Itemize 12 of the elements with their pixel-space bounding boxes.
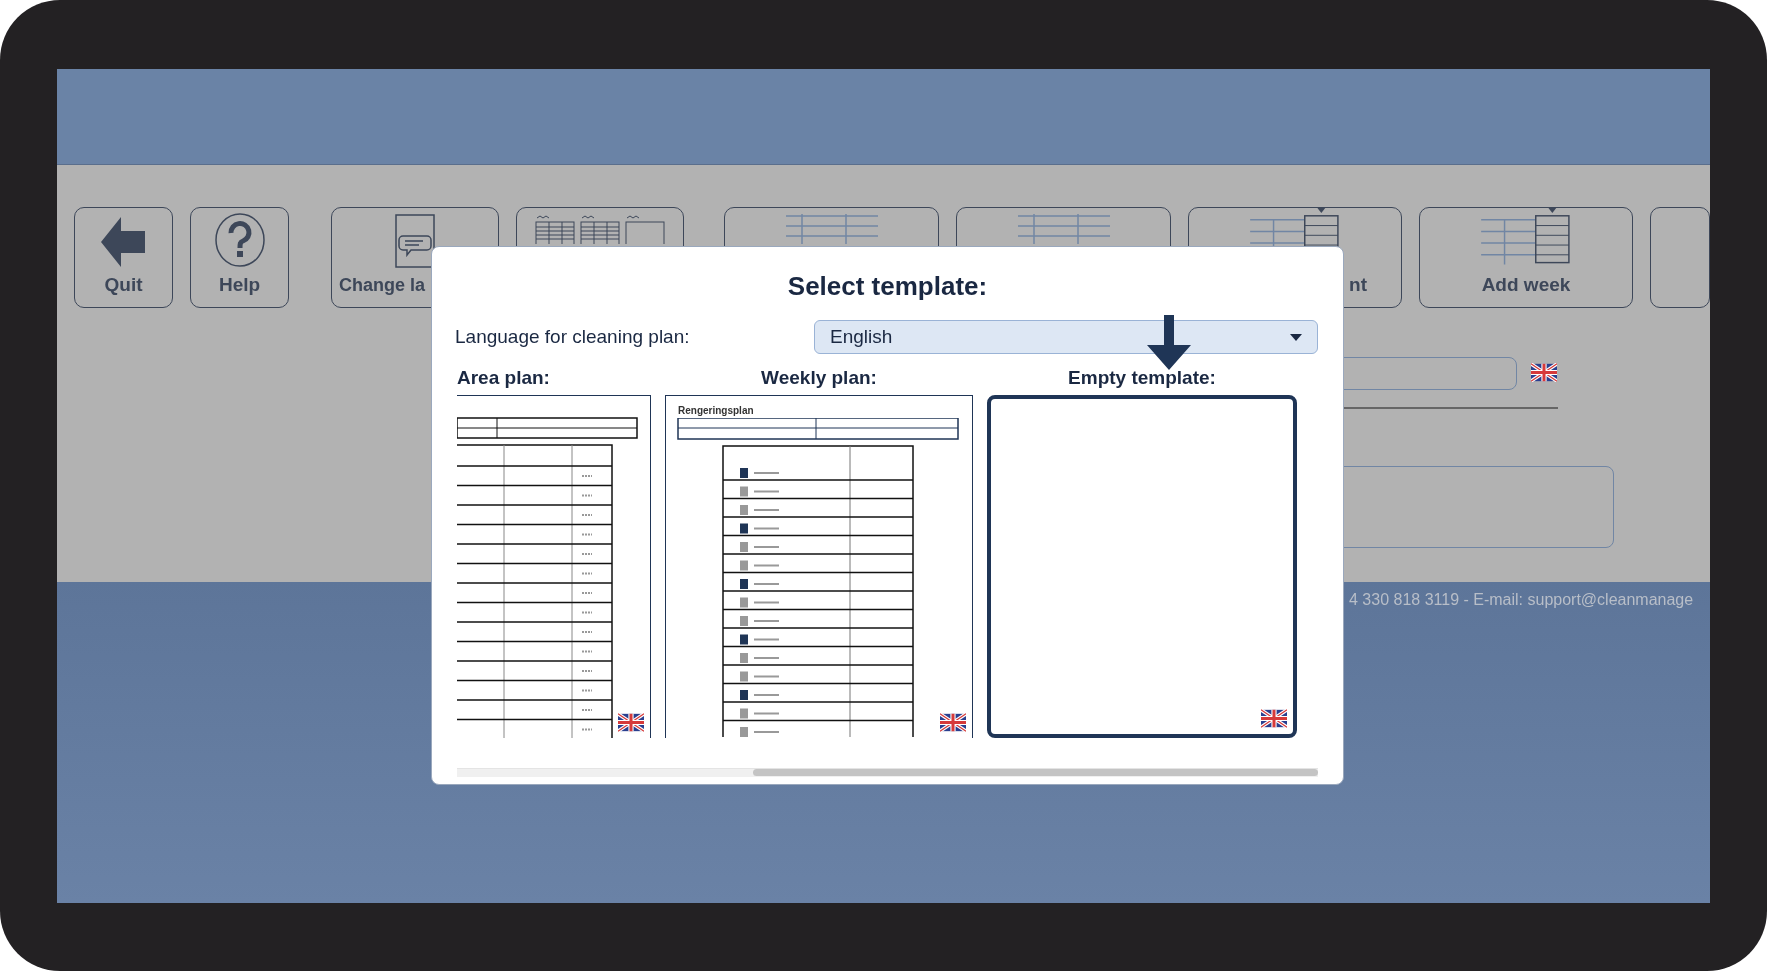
template-title: Empty template: xyxy=(1068,366,1216,390)
dialog-title: Select template: xyxy=(787,270,988,303)
language-dropdown[interactable]: English xyxy=(814,320,1318,354)
document-heading: Rengeringsplan xyxy=(678,403,754,418)
template-title: Area plan: xyxy=(457,366,550,390)
toolbar-button[interactable]: Quit xyxy=(74,207,173,308)
template-title: Weekly plan: xyxy=(761,366,877,390)
contact-line: 4 330 818 3119 - E-mail: support@cleanmanage xyxy=(1349,591,1694,608)
template-card[interactable]: Rengeringsplan xyxy=(665,394,973,738)
language-label: Language for cleaning plan: xyxy=(455,324,691,349)
toolbar-button[interactable]: Help xyxy=(190,207,289,308)
toolbar-button[interactable]: Add week xyxy=(1419,207,1633,308)
